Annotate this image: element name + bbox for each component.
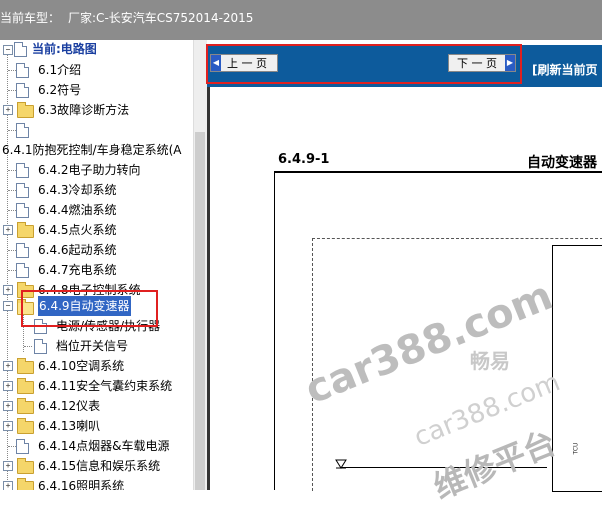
document-icon <box>34 339 47 354</box>
diagram-wire <box>342 467 547 468</box>
tree-item-label: 6.3故障诊断方法 <box>38 103 130 117</box>
tree-item-label: 6.4.10空调系统 <box>38 359 125 373</box>
content-area: ◀ 上 一 页 下 一 页 ▶ [刷新当前页 6.4.9-1 自动变速器 TCU <box>207 40 602 492</box>
tree-item[interactable]: + 6.4.13喇叭 <box>0 416 193 436</box>
tree-item[interactable]: + 6.4.5点火系统 <box>0 220 193 240</box>
book-icon <box>14 42 27 57</box>
car-model-info: 当前车型： 厂家:C-长安汽车CS752014-2015 <box>0 9 261 26</box>
tree-item[interactable]: 6.4.4燃油系统 <box>0 200 193 220</box>
folder-icon <box>17 398 34 414</box>
diagram-frame-left <box>274 171 275 490</box>
tree-item-label: 6.4.13喇叭 <box>38 419 101 433</box>
collapse-icon[interactable]: − <box>3 301 13 311</box>
expand-icon[interactable]: + <box>3 225 13 235</box>
expand-icon[interactable]: + <box>3 421 13 431</box>
tree-item-label: 6.2符号 <box>38 83 82 97</box>
folder-icon <box>17 222 34 238</box>
document-icon <box>16 123 29 138</box>
tree-item-label: 6.4.5点火系统 <box>38 223 117 237</box>
tree-item[interactable]: + 6.4.16照明系统 <box>0 476 193 490</box>
scrollbar-thumb[interactable] <box>195 132 205 490</box>
tree-item[interactable]: 6.1介绍 <box>0 60 193 80</box>
highlight-box <box>21 290 158 327</box>
tree-item-label: 6.4.14点烟器&车载电源 <box>38 439 170 453</box>
document-icon <box>16 63 29 78</box>
tree-item[interactable]: + 6.4.10空调系统 <box>0 356 193 376</box>
tree-item[interactable]: + 6.4.11安全气囊约束系统 <box>0 376 193 396</box>
document-icon <box>16 83 29 98</box>
tree-item-label: 6.4.7充电系统 <box>38 263 117 277</box>
tree-item[interactable]: + 6.3故障诊断方法 <box>0 100 193 120</box>
document-icon <box>16 263 29 278</box>
tree-current-label: 当前:电路图 <box>32 42 97 56</box>
folder-icon <box>17 378 34 394</box>
diode-symbol <box>335 459 347 469</box>
folder-icon <box>17 458 34 474</box>
document-icon <box>16 243 29 258</box>
tree-item-label: 6.4.2电子助力转向 <box>38 163 141 177</box>
directory-tree: − 当前:电路图 6.1介绍 6.2符号 + 6.3故障诊断方法 6.4.1防抱… <box>0 40 193 490</box>
refresh-link[interactable]: [刷新当前页 <box>532 61 598 78</box>
tree-item[interactable]: 6.4.7充电系统 <box>0 260 193 280</box>
diagram-frame-top <box>274 171 602 173</box>
top-header: 当前车型： 厂家:C-长安汽车CS752014-2015 <box>0 0 602 40</box>
tree-item-label: 6.4.1防抱死控制/车身稳定系统(A <box>2 143 182 157</box>
document-icon <box>16 203 29 218</box>
document-icon <box>16 163 29 178</box>
tree-item[interactable]: 6.2符号 <box>0 80 193 100</box>
expand-icon[interactable]: + <box>3 285 13 295</box>
folder-icon <box>17 478 34 490</box>
panel-border <box>207 87 210 490</box>
tree-item[interactable] <box>0 120 193 140</box>
tree-item[interactable]: 6.4.1防抱死控制/车身稳定系统(A <box>0 140 193 160</box>
tree-item-label: 6.4.4燃油系统 <box>38 203 117 217</box>
expand-icon[interactable]: + <box>3 461 13 471</box>
document-icon <box>16 439 29 454</box>
tree-item-label: 6.4.3冷却系统 <box>38 183 117 197</box>
expand-icon[interactable]: + <box>3 481 13 490</box>
tree-item[interactable]: 档位开关信号 <box>0 336 193 356</box>
tree-scrollbar[interactable] <box>193 40 207 490</box>
document-icon <box>16 183 29 198</box>
expand-icon[interactable]: + <box>3 381 13 391</box>
expand-icon[interactable]: + <box>3 361 13 371</box>
tree-item[interactable]: 6.4.3冷却系统 <box>0 180 193 200</box>
car-model-value: 厂家:C-长安汽车CS752014-2015 <box>68 11 254 25</box>
highlight-box <box>206 44 522 84</box>
diagram-title: 自动变速器 <box>527 155 597 171</box>
expand-icon[interactable]: + <box>3 105 13 115</box>
tree-item[interactable]: + 6.4.12仪表 <box>0 396 193 416</box>
diagram-id: 6.4.9-1 <box>278 152 330 167</box>
tree-item-label: 档位开关信号 <box>56 339 129 353</box>
tcu-label: TCU <box>572 442 580 455</box>
tcu-module <box>552 245 602 492</box>
tree-item-label: 6.4.12仪表 <box>38 399 101 413</box>
tree-item-label: 6.4.6起动系统 <box>38 243 117 257</box>
tree-item[interactable]: 6.4.14点烟器&车载电源 <box>0 436 193 456</box>
tree-item-label: 6.4.16照明系统 <box>38 479 125 490</box>
tree-item[interactable]: + 6.4.15信息和娱乐系统 <box>0 456 193 476</box>
expand-icon[interactable]: + <box>3 401 13 411</box>
folder-icon <box>17 418 34 434</box>
tree-item-label: 6.4.15信息和娱乐系统 <box>38 459 161 473</box>
car-model-label: 当前车型： <box>0 11 61 25</box>
folder-icon <box>17 358 34 374</box>
tree-item-label: 6.1介绍 <box>38 63 82 77</box>
tree-item[interactable]: 6.4.2电子助力转向 <box>0 160 193 180</box>
folder-icon <box>17 102 34 118</box>
tree-item[interactable]: 6.4.6起动系统 <box>0 240 193 260</box>
tree-item-label: 6.4.11安全气囊约束系统 <box>38 379 173 393</box>
collapse-icon[interactable]: − <box>3 45 13 55</box>
